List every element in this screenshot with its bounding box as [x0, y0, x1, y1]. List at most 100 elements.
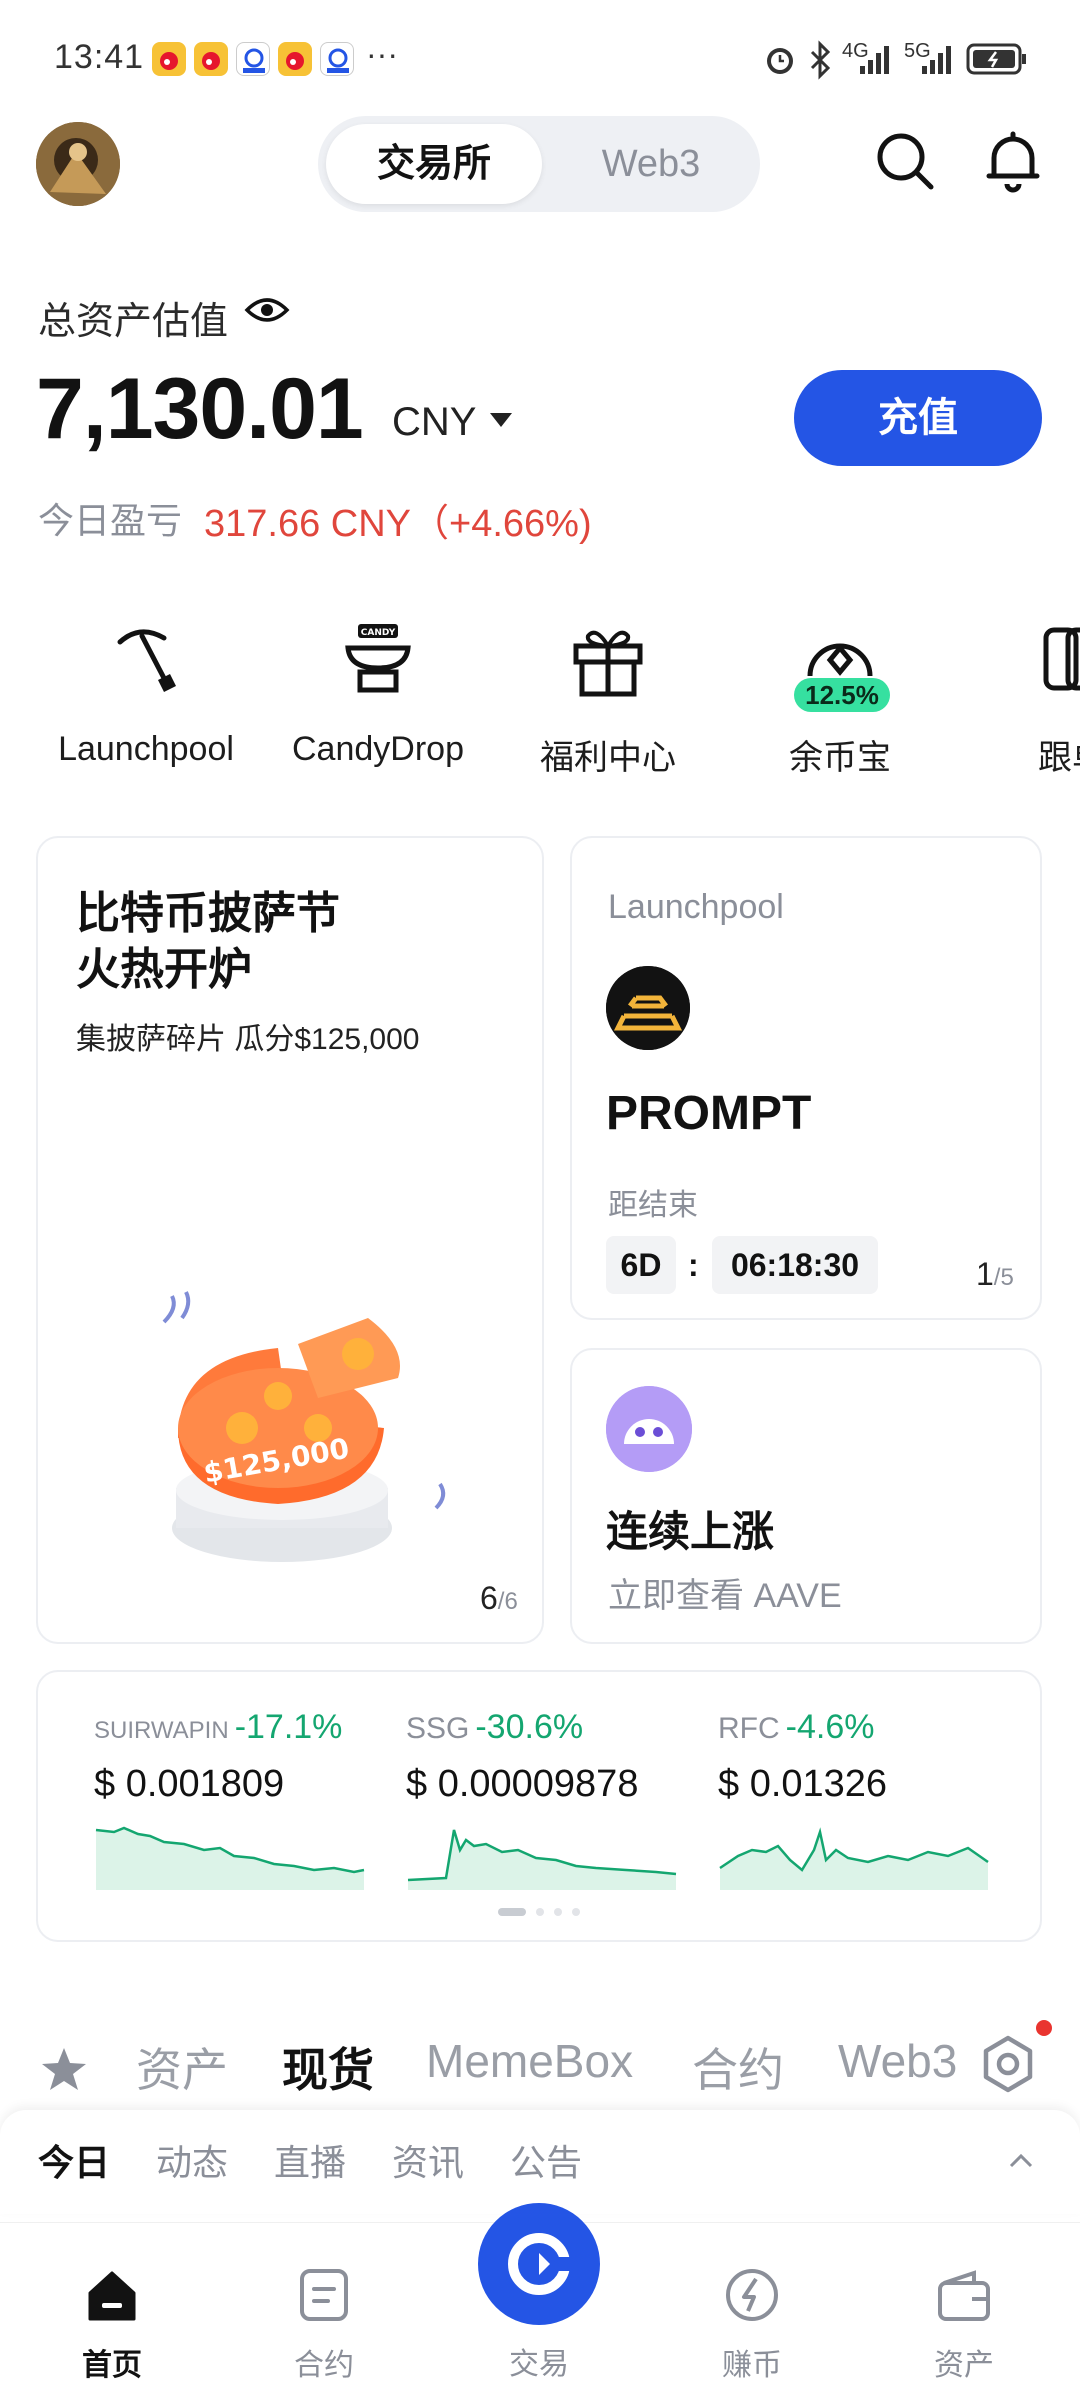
quick-launchpool[interactable]: Launchpool — [46, 620, 246, 769]
quick-label: Launchpool — [58, 730, 234, 768]
tab-web3[interactable]: Web3 — [550, 124, 752, 204]
tab-memebox[interactable]: MemeBox — [426, 2034, 633, 2088]
ticker-change: -4.6% — [785, 1708, 875, 1746]
savings-icon: 12.5% — [794, 620, 890, 712]
pizza-promo-card[interactable]: 比特币披萨节 火热开炉 集披萨碎片 瓜分$125,000 $125,000 6/6 — [36, 836, 544, 1644]
ticker-item[interactable]: RFC -4.6% $ 0.01326 — [718, 1708, 990, 1895]
nav-futures[interactable]: 合约 — [254, 2265, 394, 2384]
gift-icon — [568, 620, 648, 700]
pizza-illustration: $125,000 — [162, 1291, 446, 1562]
copy-trade-icon — [1038, 620, 1080, 700]
ticker-price: $ 0.00009878 — [406, 1763, 639, 1805]
tab-web3-market[interactable]: Web3 — [838, 2034, 966, 2088]
quick-label: 跟单 — [1038, 739, 1080, 777]
quick-candydrop[interactable]: CANDY CandyDrop — [278, 620, 478, 769]
feed-tab-today[interactable]: 今日 — [38, 2134, 110, 2186]
trend-card[interactable]: 连续上涨 立即查看 AAVE — [570, 1348, 1042, 1644]
quick-label: 福利中心 — [540, 739, 676, 777]
prompt-token-logo — [606, 966, 690, 1050]
apy-badge: 12.5% — [794, 678, 890, 712]
wallet-icon — [938, 2270, 990, 2321]
exchange-web3-switch[interactable]: 交易所 Web3 — [318, 116, 760, 212]
weibo-notification-icon — [278, 42, 312, 76]
deposit-button[interactable]: 充值 — [794, 370, 1042, 466]
app-notification-icon — [320, 42, 354, 76]
countdown-separator: : — [688, 1247, 699, 1283]
nav-label: 资产 — [934, 2349, 994, 2382]
nav-trade-button[interactable] — [478, 2203, 600, 2325]
pickaxe-icon — [106, 620, 186, 700]
feed-tab-news[interactable]: 资讯 — [392, 2134, 464, 2186]
chevron-up-icon[interactable] — [1008, 2148, 1034, 2174]
quick-copy-trade[interactable]: 跟单 — [970, 620, 1080, 779]
caret-down-icon[interactable] — [490, 413, 512, 427]
quick-savings[interactable]: 12.5% 余币宝 — [740, 620, 940, 779]
token-name: PROMPT — [606, 1087, 812, 1140]
search-icon[interactable] — [872, 128, 938, 194]
trend-subtitle: 立即查看 AAVE — [608, 1577, 842, 1615]
signal-icon — [860, 46, 889, 74]
carousel-dots — [498, 1908, 580, 1916]
nav-assets[interactable]: 资产 — [894, 2265, 1034, 2384]
tab-spot[interactable]: 现货 — [282, 2034, 374, 2100]
candy-icon: CANDY — [338, 620, 418, 700]
tab-assets[interactable]: 资产 — [136, 2034, 228, 2100]
bluetooth-icon — [810, 40, 831, 80]
favorites-star-icon[interactable] — [40, 2046, 88, 2092]
feed-tabs-bar: 今日 动态 直播 资讯 公告 — [0, 2110, 1080, 2214]
ticker-item[interactable]: SSG -30.6% $ 0.00009878 — [406, 1708, 678, 1895]
quick-rewards-center[interactable]: 福利中心 — [508, 620, 708, 779]
launchpool-card[interactable]: Launchpool PROMPT 距结束 6D : 06:18:30 1/5 — [570, 836, 1042, 1320]
ticker-item[interactable]: SUIRWAPIN -17.1% $ 0.001809 — [94, 1708, 366, 1895]
quick-label: 余币宝 — [789, 739, 891, 777]
bell-icon[interactable] — [980, 128, 1046, 194]
trend-title: 连续上涨 — [606, 1508, 775, 1555]
promo-subtitle: 集披萨碎片 瓜分$125,000 — [76, 1023, 420, 1056]
tab-futures[interactable]: 合约 — [692, 2034, 784, 2100]
promo-title: 比特币披萨节 火热开炉 — [76, 889, 340, 994]
ticker-price: $ 0.001809 — [94, 1763, 285, 1805]
ticker-sparkline — [407, 1829, 677, 1890]
svg-text:CANDY: CANDY — [361, 628, 396, 638]
weibo-notification-icon — [194, 42, 228, 76]
ticker-change: -17.1% — [234, 1708, 343, 1746]
nav-label: 赚币 — [722, 2349, 782, 2382]
launchpool-label: Launchpool — [608, 888, 784, 926]
trade-icon — [508, 2233, 570, 2295]
alarm-icon — [767, 48, 793, 74]
ticker-name: RFC — [718, 1712, 780, 1745]
feed-tab-activity[interactable]: 动态 — [156, 2134, 228, 2186]
currency-selector[interactable]: CNY — [392, 400, 476, 445]
bottom-nav: 首页 合约 交易 赚币 资产 — [0, 2203, 1080, 2388]
countdown-time: 06:18:30 — [712, 1236, 878, 1294]
ticker-sparkline — [95, 1826, 365, 1890]
feed-tab-announcements[interactable]: 公告 — [510, 2134, 582, 2186]
tab-exchange[interactable]: 交易所 — [326, 124, 542, 204]
total-assets-value: 7,130.01 — [36, 361, 364, 457]
aave-logo — [606, 1386, 692, 1472]
pnl-label: 今日盈亏 — [38, 500, 183, 541]
feed-tab-live[interactable]: 直播 — [274, 2134, 346, 2186]
ticker-sparkline — [719, 1827, 989, 1890]
tickers-card: SUIRWAPIN -17.1% $ 0.001809 SSG -30.6% $ 0… — [36, 1670, 1042, 1942]
status-time: 13:41 — [54, 38, 145, 76]
countdown-days: 6D — [606, 1236, 676, 1294]
battery-icon — [966, 43, 1026, 75]
weibo-notification-icon — [152, 42, 186, 76]
notification-dot — [1036, 2020, 1052, 2036]
ticker-change: -30.6% — [475, 1708, 584, 1746]
promo-pager: 6/6 — [480, 1580, 518, 1616]
signal-icon — [922, 46, 951, 74]
settings-gear-icon[interactable] — [978, 2034, 1038, 2094]
earn-icon — [726, 2269, 778, 2321]
nav-label: 首页 — [82, 2349, 142, 2382]
avatar[interactable] — [36, 122, 120, 206]
nav-home[interactable]: 首页 — [42, 2265, 182, 2384]
ticker-name: SSG — [406, 1712, 470, 1745]
eye-icon[interactable] — [244, 294, 290, 326]
nav-earn[interactable]: 赚币 — [682, 2265, 822, 2384]
ends-label: 距结束 — [608, 1189, 698, 1222]
app-notification-icon — [236, 42, 270, 76]
pnl-value: 317.66 CNY（+4.66%) — [204, 503, 592, 545]
home-icon — [88, 2271, 136, 2321]
